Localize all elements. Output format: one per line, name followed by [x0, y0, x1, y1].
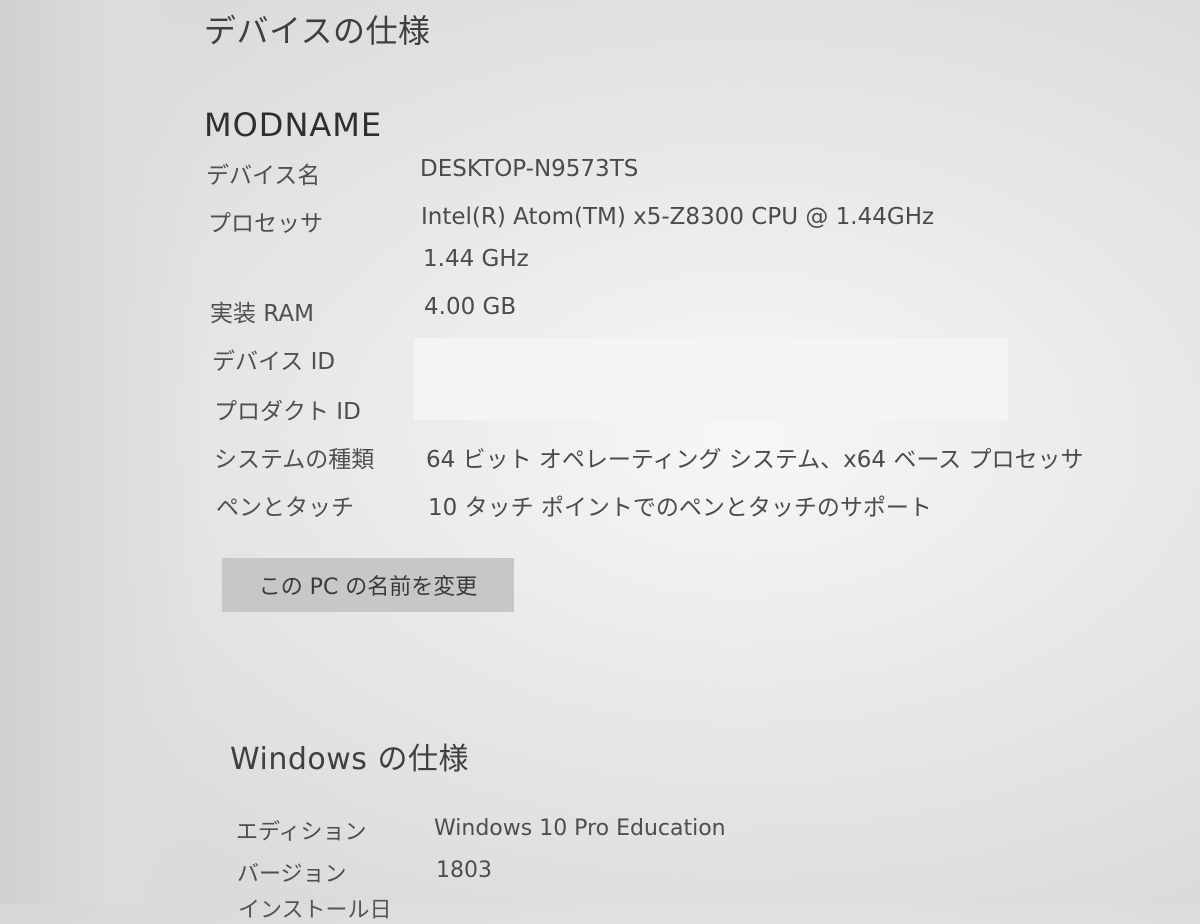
processor-speed-value: 1.44 GHz [423, 246, 529, 272]
pen-touch-label: ペンとタッチ [216, 495, 354, 521]
pen-touch-value: 10 タッチ ポイントでのペンとタッチのサポート [428, 495, 932, 521]
device-name-label: デバイス名 [206, 163, 321, 189]
device-specs-title: デバイスの仕様 [204, 12, 431, 50]
settings-about-page: デバイスの仕様 MODNAME デバイス名 DESKTOP-N9573TS プロ… [0, 0, 1200, 923]
edition-value: Windows 10 Pro Education [434, 816, 726, 841]
device-name-heading: MODNAME [204, 106, 383, 144]
install-date-label-partial: インストール日 [238, 898, 392, 923]
product-id-label: プロダクト ID [214, 399, 361, 425]
edition-label: エディション [236, 820, 367, 845]
installed-ram-value: 4.00 GB [424, 294, 517, 320]
device-id-label: デバイス ID [212, 349, 336, 375]
processor-value: Intel(R) Atom(TM) x5-Z8300 CPU @ 1.44GHz [421, 204, 935, 230]
processor-label: プロセッサ [208, 211, 323, 237]
windows-specs-title: Windows の仕様 [230, 742, 469, 777]
device-name-value: DESKTOP-N9573TS [420, 156, 639, 182]
version-value: 1803 [436, 858, 492, 883]
redacted-id-values [414, 338, 1008, 420]
system-type-value: 64 ビット オペレーティング システム、x64 ベース プロセッサ [426, 447, 1084, 473]
system-type-label: システムの種類 [214, 447, 375, 473]
rename-pc-button[interactable]: この PC の名前を変更 [222, 558, 514, 612]
installed-ram-label: 実装 RAM [210, 301, 314, 327]
version-label: バージョン [237, 862, 347, 887]
